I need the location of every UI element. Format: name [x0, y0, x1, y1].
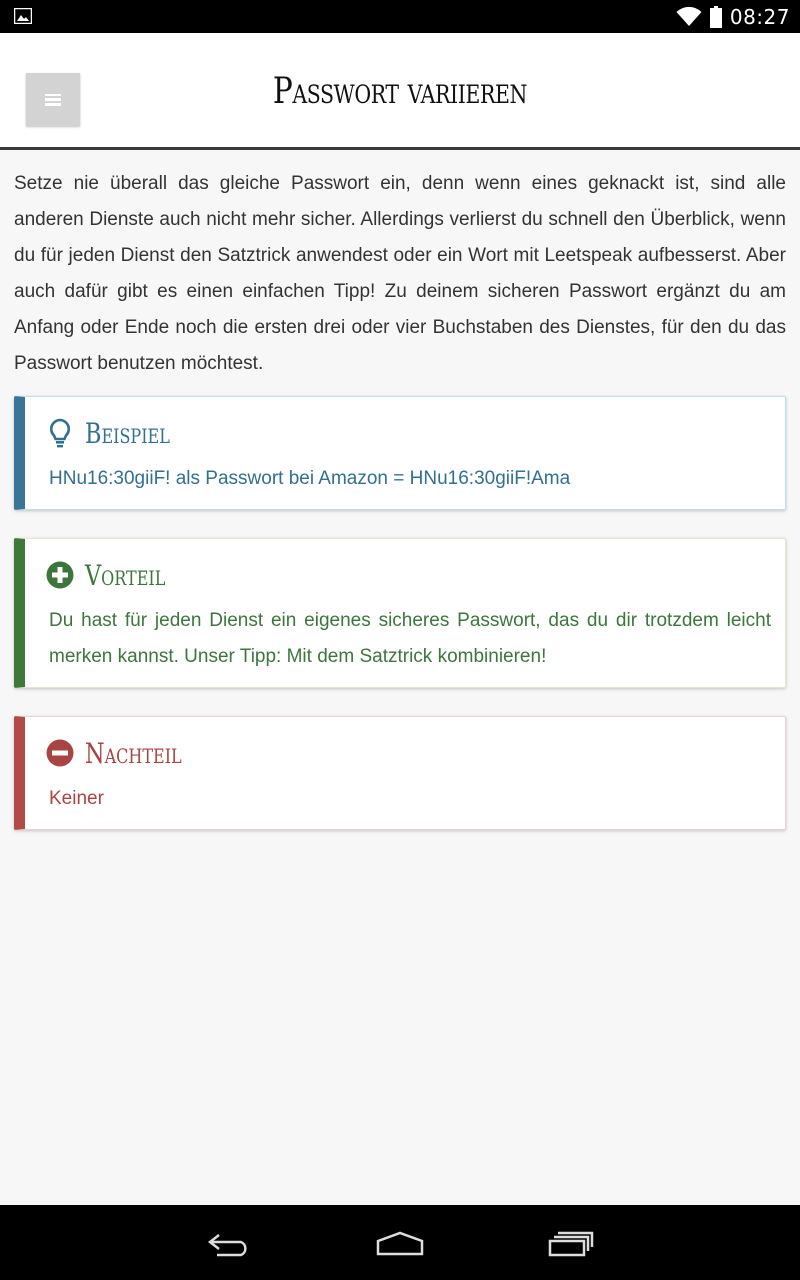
- home-button[interactable]: [370, 1227, 430, 1261]
- wifi-icon: [676, 6, 702, 26]
- plus-circle-icon: [45, 559, 75, 591]
- recent-apps-button[interactable]: [541, 1227, 601, 1261]
- card-text: HNu16:30giiF! als Passwort bei Amazon = …: [49, 468, 571, 489]
- lightbulb-icon: [45, 417, 75, 449]
- example-card: Beispiel HNu16:30giiF! als Passwort bei …: [14, 396, 786, 510]
- status-bar: 08:27: [0, 0, 800, 33]
- card-title: Nachteil: [85, 736, 182, 770]
- card-title: Vorteil: [85, 558, 166, 592]
- card-text: Du hast für jeden Dienst ein eigenes sic…: [49, 610, 771, 667]
- card-text: Keiner: [49, 788, 104, 809]
- back-icon: [207, 1234, 247, 1257]
- clock: 08:27: [729, 4, 790, 29]
- image-icon: [14, 8, 32, 24]
- page-title: Passwort variieren: [272, 71, 528, 112]
- hamburger-menu-icon: [45, 93, 61, 106]
- intro-paragraph: Setze nie überall das gleiche Passwort e…: [14, 173, 786, 374]
- battery-icon: [709, 5, 722, 28]
- recent-apps-icon: [548, 1231, 594, 1257]
- navigation-bar: [0, 1205, 800, 1280]
- app-header: Passwort variieren: [0, 33, 800, 150]
- back-button[interactable]: [200, 1227, 260, 1261]
- home-icon: [376, 1231, 424, 1256]
- minus-circle-icon: [45, 737, 75, 769]
- advantage-card: Vorteil Du hast für jeden Dienst ein eig…: [14, 538, 786, 688]
- disadvantage-card: Nachteil Keiner: [14, 716, 786, 830]
- card-title: Beispiel: [85, 416, 170, 450]
